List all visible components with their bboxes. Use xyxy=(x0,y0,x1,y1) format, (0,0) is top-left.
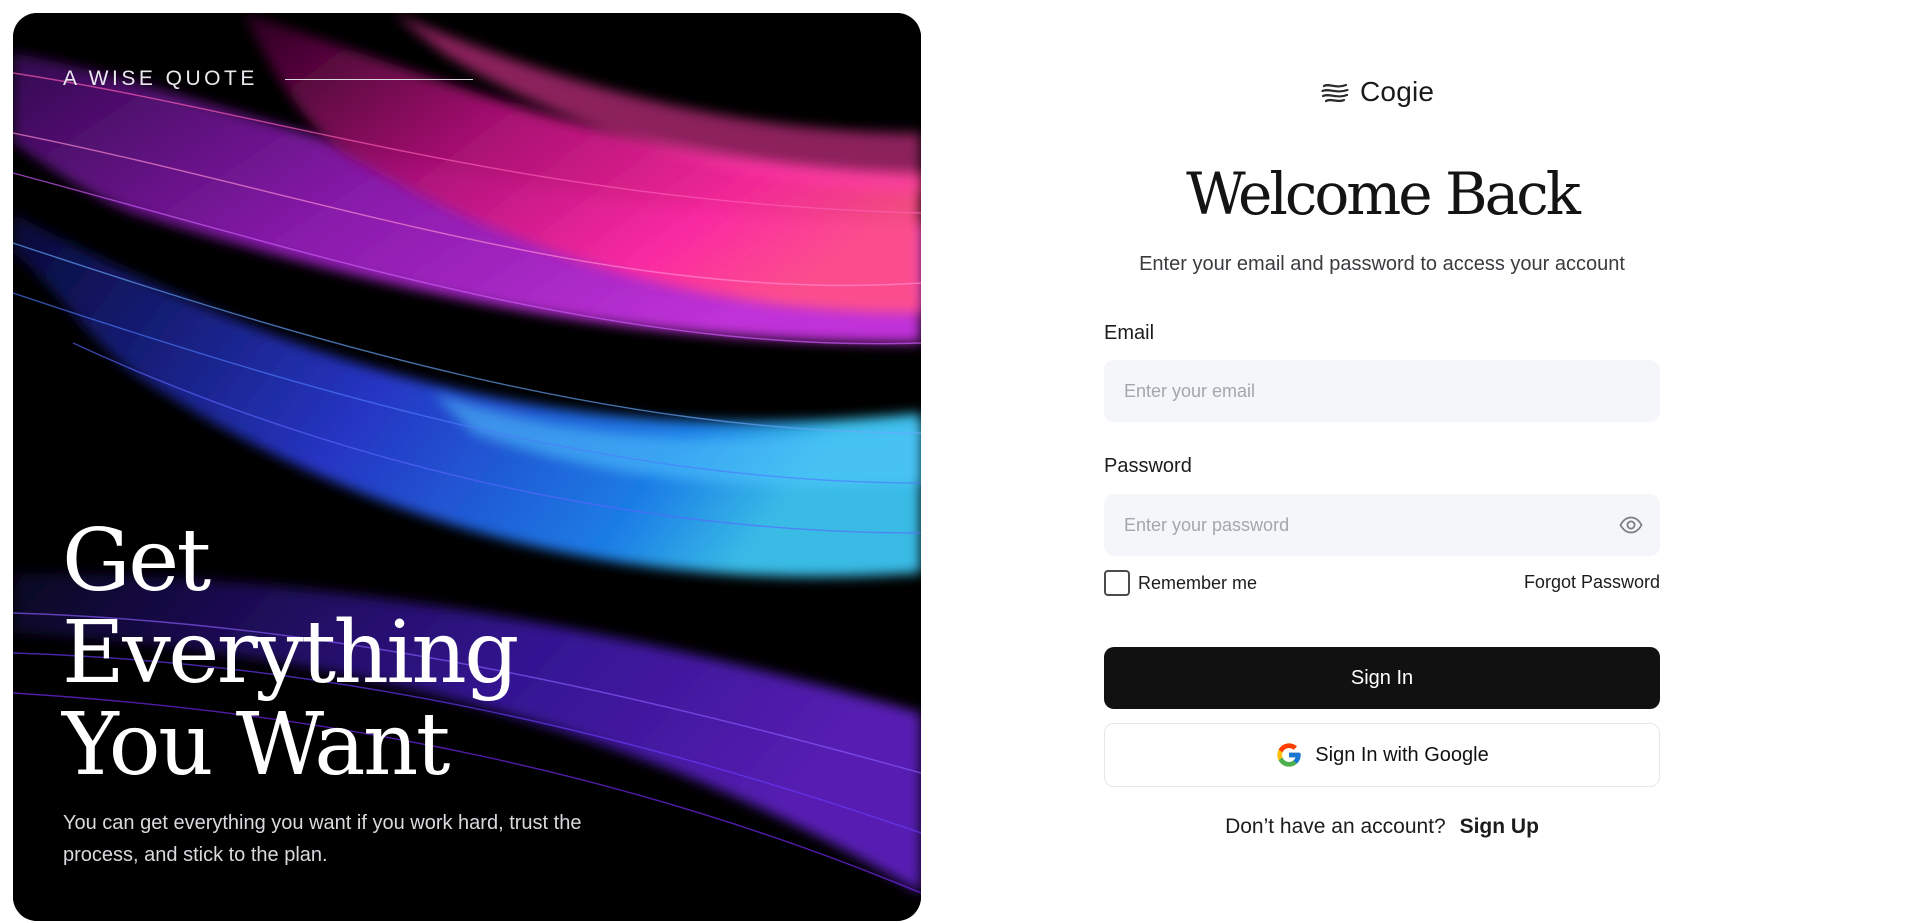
show-password-toggle[interactable] xyxy=(1618,512,1644,538)
hero-title-line: Get xyxy=(62,511,211,611)
google-icon xyxy=(1277,743,1301,767)
password-label: Password xyxy=(1104,455,1192,477)
sign-in-button-label: Sign In xyxy=(1350,666,1414,689)
remember-me-label: Remember me xyxy=(1138,572,1258,593)
hero-title: Get Everything You Want xyxy=(62,515,622,791)
hero-panel: A WISE QUOTE Get Everything You Want You… xyxy=(13,13,921,921)
page-title: Welcome Back xyxy=(1186,160,1581,228)
google-sign-in-button[interactable]: Sign In with Google xyxy=(1104,723,1660,787)
brand-name: Cogie xyxy=(1360,76,1435,107)
sign-up-link[interactable]: Sign Up xyxy=(1460,815,1539,838)
page-subtitle: Enter your email and password to access … xyxy=(1139,253,1625,275)
quote-eyebrow: A WISE QUOTE xyxy=(63,67,258,90)
forgot-password-link[interactable]: Forgot Password xyxy=(1524,572,1660,593)
google-sign-in-label: Sign In with Google xyxy=(1315,743,1489,766)
checkbox-box[interactable] xyxy=(1104,570,1130,596)
wave-globe-icon xyxy=(1321,78,1349,106)
email-label: Email xyxy=(1104,322,1155,344)
hero-title-line: You Want xyxy=(62,695,450,795)
signup-prompt: Don’t have an account? xyxy=(1225,815,1446,838)
eyebrow-divider xyxy=(284,78,473,80)
hero-subtitle: You can get everything you want if you w… xyxy=(63,812,582,866)
email-field[interactable] xyxy=(1104,360,1660,422)
sign-in-button[interactable]: Sign In xyxy=(1104,647,1660,709)
sign-in-form: Cogie Welcome Back Enter your email and … xyxy=(1104,0,1660,923)
password-field[interactable] xyxy=(1104,494,1660,556)
remember-me-checkbox[interactable]: Remember me xyxy=(1104,570,1257,596)
hero-title-line: Everything xyxy=(62,603,519,703)
signup-row: Don’t have an account? Sign Up xyxy=(1104,815,1660,839)
brand: Cogie xyxy=(1320,76,1434,108)
eye-icon xyxy=(1619,516,1643,534)
quote-eyebrow-row: A WISE QUOTE xyxy=(63,67,473,91)
